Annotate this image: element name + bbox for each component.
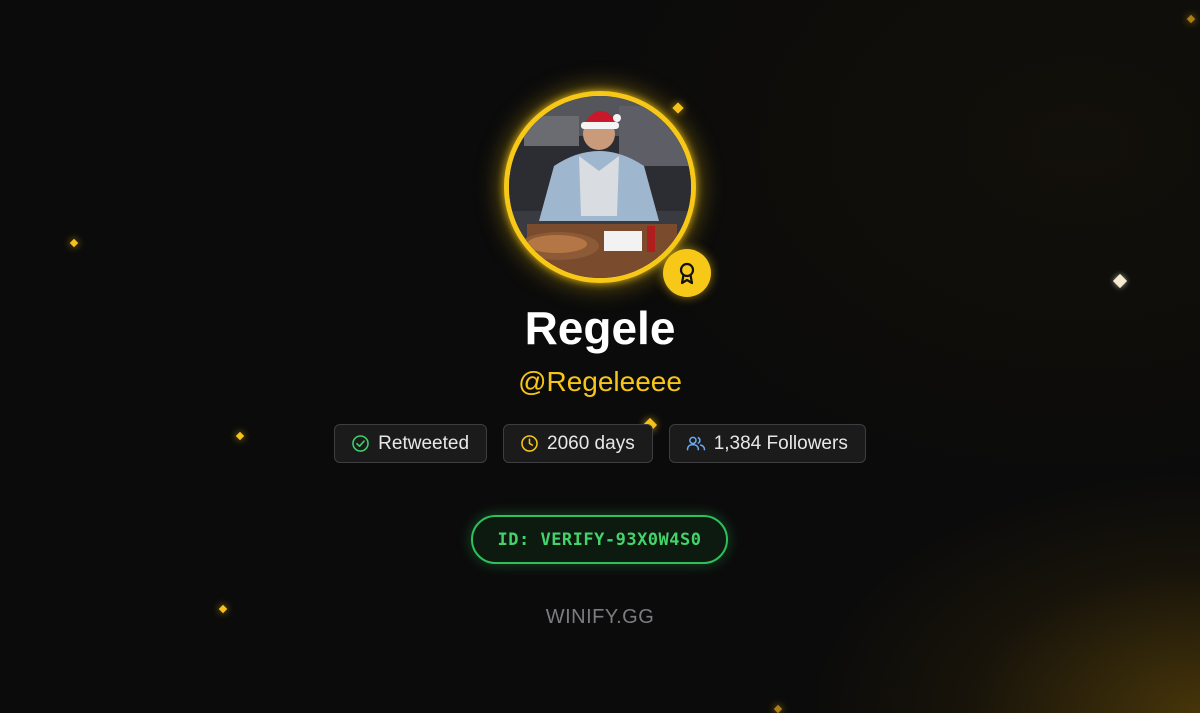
days-chip: 2060 days xyxy=(503,424,653,463)
users-icon xyxy=(686,436,705,451)
sparkle xyxy=(672,102,684,114)
award-icon xyxy=(679,262,695,285)
avatar-photo xyxy=(509,96,691,278)
profile-avatar-container xyxy=(504,91,711,297)
sparkle xyxy=(773,704,783,713)
sparkle xyxy=(69,238,79,248)
brand-footer: WINIFY.GG xyxy=(545,606,655,628)
verification-id-badge: ID: VERIFY-93X0W4S0 xyxy=(471,515,728,564)
award-badge xyxy=(663,249,711,297)
clock-icon xyxy=(521,435,538,452)
followers-chip: 1,384 Followers xyxy=(668,424,866,463)
profile-name: Regele xyxy=(524,302,676,354)
days-label: 2060 days xyxy=(547,432,635,454)
sparkle xyxy=(1112,273,1128,289)
followers-label: 1,384 Followers xyxy=(713,432,848,454)
check-circle-icon xyxy=(352,435,369,452)
avatar xyxy=(504,91,696,283)
retweeted-label: Retweeted xyxy=(378,432,470,454)
profile-handle: @Regeleeee xyxy=(518,366,682,397)
retweeted-chip: Retweeted xyxy=(334,424,488,463)
stats-row: Retweeted 2060 days 1,384 Followers xyxy=(0,424,1200,463)
sparkle xyxy=(1186,14,1196,24)
